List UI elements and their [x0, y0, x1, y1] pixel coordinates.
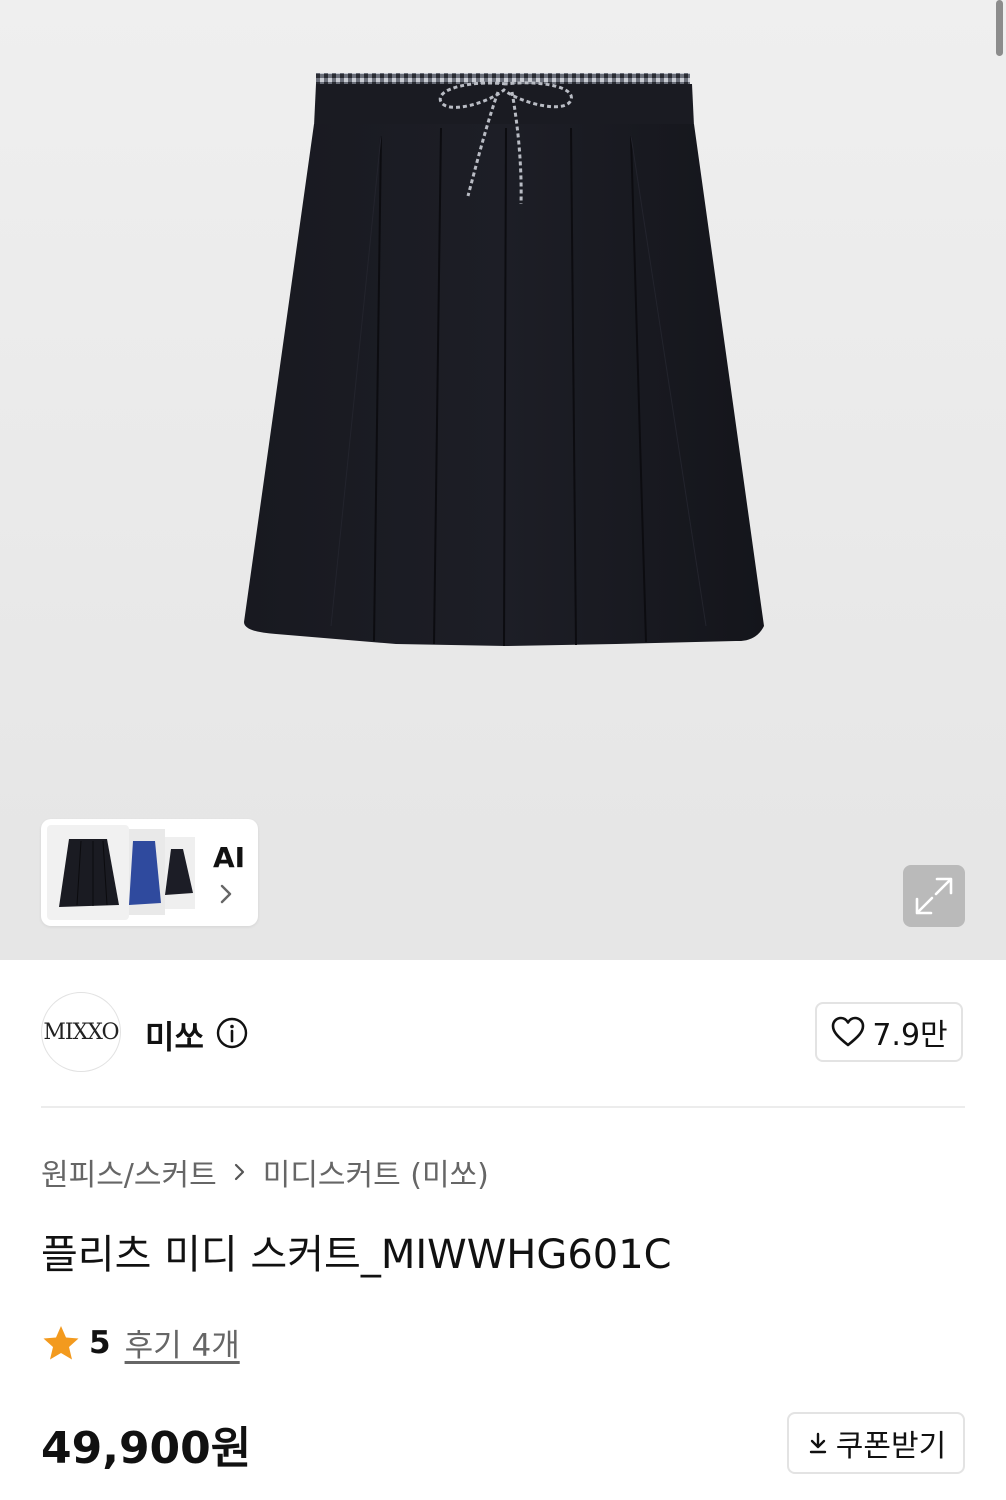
download-icon — [809, 1432, 826, 1454]
breadcrumb: 원피스/스커트 미디스커트 (미쏘) — [41, 1150, 489, 1194]
coupon-label: 쿠폰받기 — [835, 1429, 947, 1464]
thumbnail-black-skirt[interactable] — [47, 825, 129, 920]
ai-gallery-card[interactable]: AI — [41, 819, 258, 926]
scrollbar[interactable] — [996, 0, 1003, 56]
product-image-skirt — [244, 73, 764, 647]
brand-logo[interactable]: MIXXO — [41, 992, 121, 1072]
brand-name[interactable]: 미쏘 — [145, 1012, 204, 1058]
thumbnail-blue-skirt[interactable] — [129, 829, 165, 915]
star-icon — [43, 1325, 79, 1359]
breadcrumb-subcategory[interactable]: 미디스커트 (미쏘) — [263, 1150, 489, 1194]
expand-icon — [915, 877, 953, 915]
divider — [41, 1106, 965, 1108]
rating-score: 5 — [89, 1324, 111, 1361]
product-price: 49,900원 — [41, 1423, 252, 1474]
expand-image-button[interactable] — [903, 865, 965, 927]
chevron-right-icon — [234, 1163, 244, 1181]
rating-row: 5 후기 4개 — [41, 1320, 240, 1365]
product-title: 플리츠 미디 스커트_MIWWHG601C — [41, 1232, 672, 1278]
like-count: 7.9만 — [872, 1018, 948, 1053]
like-button[interactable]: 7.9만 — [815, 1002, 963, 1062]
review-count-link[interactable]: 후기 4개 — [125, 1320, 240, 1365]
brand-row: MIXXO 미쏘 7.9만 — [41, 992, 965, 1074]
coupon-button[interactable]: 쿠폰받기 — [787, 1412, 965, 1474]
heart-icon — [832, 1016, 865, 1047]
thumbnail-navy-skirt[interactable] — [165, 837, 195, 909]
ai-label: AI — [213, 841, 246, 874]
breadcrumb-category[interactable]: 원피스/스커트 — [41, 1150, 217, 1194]
product-image-area[interactable]: AI — [0, 0, 1006, 960]
info-icon[interactable] — [215, 1016, 249, 1050]
chevron-right-icon — [220, 884, 232, 904]
